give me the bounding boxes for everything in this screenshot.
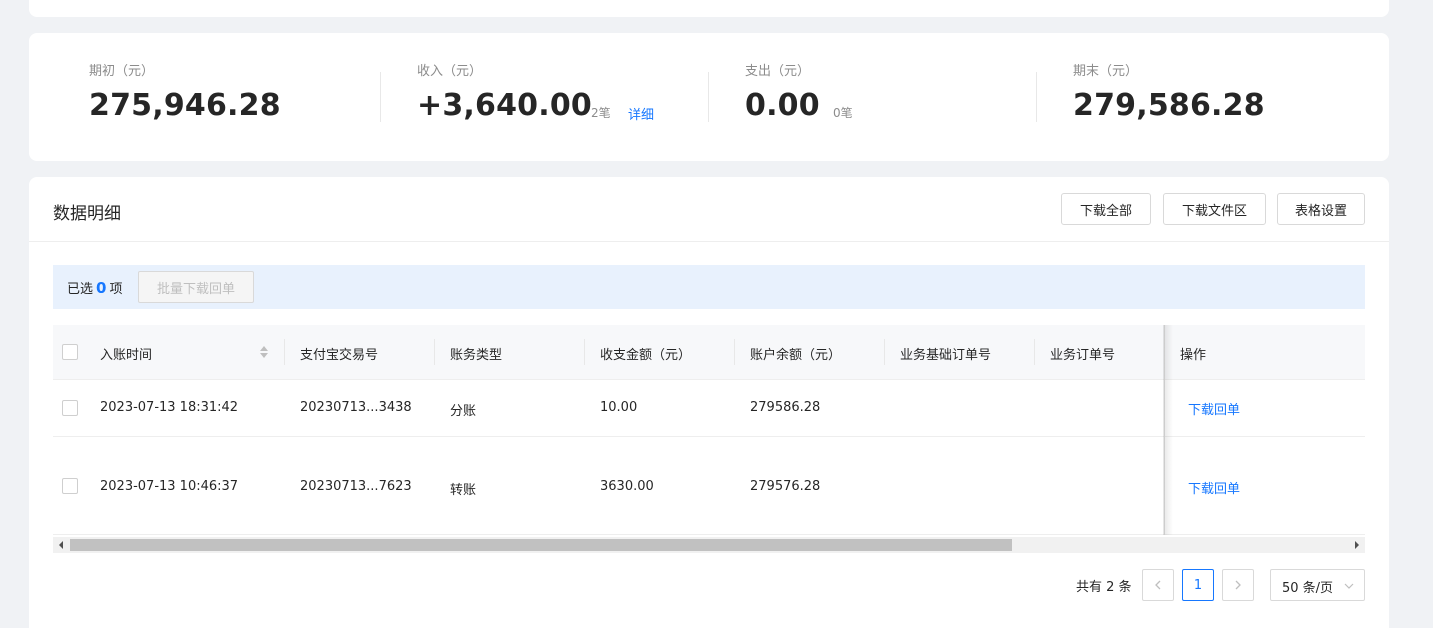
next-page-button[interactable] — [1222, 569, 1254, 601]
chevron-down-icon — [1344, 583, 1354, 589]
cell-type: 转账 — [450, 483, 477, 498]
cell-time: 2023-07-13 18:31:42 — [100, 400, 239, 415]
divider — [708, 72, 709, 122]
income-count: 2笔 — [591, 106, 611, 120]
chevron-left-icon — [1155, 580, 1161, 590]
batch-download-button[interactable]: 批量下载回单 — [138, 271, 254, 303]
income-value: +3,640.00 — [417, 88, 592, 123]
divider — [1036, 72, 1037, 122]
income-label: 收入（元） — [417, 64, 483, 79]
column-separator — [1034, 339, 1035, 365]
download-all-button[interactable]: 下载全部 — [1061, 193, 1151, 225]
column-separator — [884, 339, 885, 365]
expense-label: 支出（元） — [745, 64, 811, 79]
col-base-order: 业务基础订单号 — [900, 348, 992, 363]
top-card — [29, 0, 1389, 17]
horizontal-scrollbar[interactable] — [53, 537, 1365, 553]
cell-trade-no: 20230713...7623 — [300, 479, 412, 494]
col-trade-no: 支付宝交易号 — [300, 348, 379, 363]
closing-value: 279,586.28 — [1073, 88, 1265, 123]
column-separator — [584, 339, 585, 365]
column-separator — [434, 339, 435, 365]
select-all-checkbox[interactable] — [62, 344, 78, 360]
column-separator — [284, 339, 285, 365]
opening-value: 275,946.28 — [89, 88, 281, 123]
col-action: 操作 — [1180, 348, 1207, 363]
col-amount: 收支金额（元） — [600, 348, 692, 363]
cell-balance: 279576.28 — [750, 479, 821, 494]
col-time[interactable]: 入账时间 — [100, 344, 152, 363]
download-receipt-link[interactable]: 下载回单 — [1188, 399, 1240, 418]
header-divider — [29, 241, 1389, 242]
selection-count: 0 — [96, 279, 107, 297]
page-size-label: 50 条/页 — [1282, 581, 1334, 596]
selection-status: 已选 0 项 — [67, 278, 122, 297]
download-receipt-link[interactable]: 下载回单 — [1188, 478, 1240, 497]
pagination-total: 共有 2 条 — [1076, 580, 1132, 595]
data-table: 入账时间 支付宝交易号 账务类型 收支金额（元） 账户余额（元） 业务基础订单号… — [53, 325, 1365, 553]
row-checkbox[interactable] — [62, 400, 78, 416]
col-order: 业务订单号 — [1050, 348, 1116, 363]
detail-title: 数据明细 — [53, 204, 121, 224]
opening-label: 期初（元） — [89, 64, 155, 79]
scroll-right-icon[interactable] — [1353, 541, 1361, 549]
download-files-button[interactable]: 下载文件区 — [1163, 193, 1266, 225]
sort-icon[interactable] — [259, 345, 269, 359]
cell-trade-no: 20230713...3438 — [300, 400, 412, 415]
col-type: 账务类型 — [450, 348, 503, 363]
cell-amount: 3630.00 — [600, 479, 654, 494]
page-size-select[interactable]: 50 条/页 — [1270, 569, 1365, 601]
cell-time: 2023-07-13 10:46:37 — [100, 479, 239, 494]
page-button[interactable]: 1 — [1182, 569, 1214, 601]
summary-card: 期初（元） 275,946.28 收入（元） +3,640.00 2笔 详细 支… — [29, 33, 1389, 161]
selection-prefix: 已选 — [67, 282, 94, 297]
expense-value: 0.00 — [745, 88, 820, 123]
cell-type: 分账 — [450, 404, 477, 419]
closing-label: 期末（元） — [1073, 64, 1139, 79]
scrollbar-thumb[interactable] — [70, 539, 1012, 551]
fixed-column-shadow — [1163, 325, 1173, 535]
selection-bar: 已选 0 项 批量下载回单 — [53, 265, 1365, 309]
cell-amount: 10.00 — [600, 400, 638, 415]
prev-page-button[interactable] — [1142, 569, 1174, 601]
column-separator — [734, 339, 735, 365]
table-settings-button[interactable]: 表格设置 — [1277, 193, 1365, 225]
detail-card: 数据明细 下载全部 下载文件区 表格设置 已选 0 项 批量下载回单 入账时间 支付… — [29, 177, 1389, 628]
scroll-left-icon[interactable] — [57, 541, 65, 549]
expense-count: 0笔 — [833, 106, 853, 120]
divider — [380, 72, 381, 122]
cell-balance: 279586.28 — [750, 400, 821, 415]
row-checkbox[interactable] — [62, 478, 78, 494]
selection-suffix: 项 — [109, 282, 123, 297]
income-detail-link[interactable]: 详细 — [628, 104, 654, 123]
col-balance: 账户余额（元） — [750, 348, 842, 363]
chevron-right-icon — [1235, 580, 1241, 590]
